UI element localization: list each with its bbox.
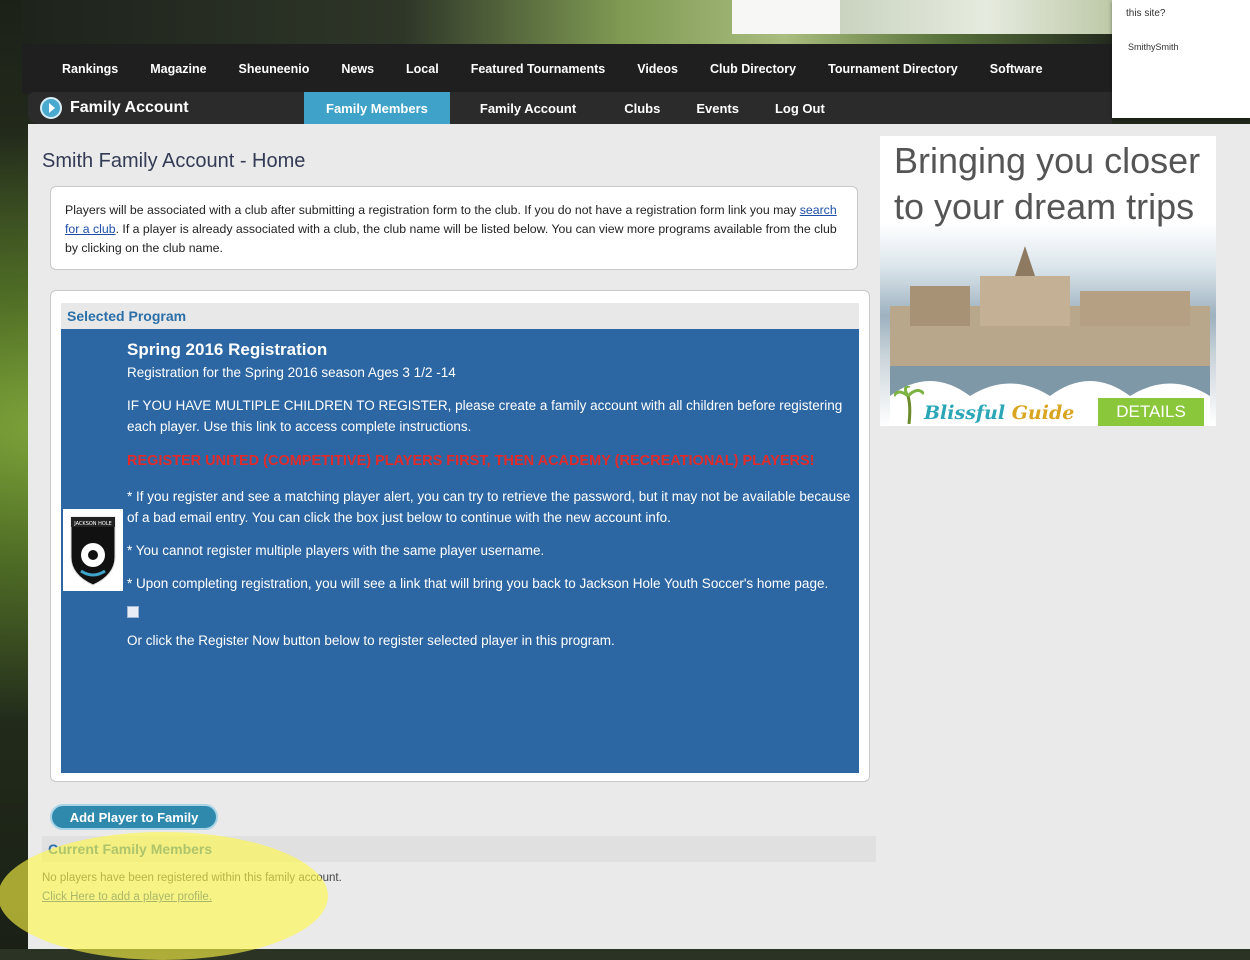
family-sub-nav: Family Account Family Members Family Acc… [28, 92, 1112, 124]
family-account-brand: Family Account [28, 97, 304, 119]
nav-magazine[interactable]: Magazine [150, 62, 206, 76]
popup-username[interactable]: SmithySmith [1128, 42, 1179, 52]
site-banner [22, 0, 1132, 44]
ad-brand-part1: Blissful [924, 402, 1006, 424]
travel-ad[interactable]: Bringing you closer to your dream trips … [880, 136, 1216, 426]
shield-logo-icon: JACKSON HOLE [70, 516, 116, 586]
nav-sheuneenio[interactable]: Sheuneenio [239, 62, 310, 76]
nav-tournament-directory[interactable]: Tournament Directory [828, 62, 958, 76]
ad-brand-part2: Guide [1005, 402, 1075, 424]
broken-image-icon[interactable] [127, 606, 139, 618]
info-text-before: Players will be associated with a club a… [65, 203, 800, 217]
nav-news[interactable]: News [341, 62, 374, 76]
nav-rankings[interactable]: Rankings [62, 62, 118, 76]
ad-headline: Bringing you closer to your dream trips [894, 140, 1201, 227]
tab-family-account[interactable]: Family Account [462, 92, 594, 124]
current-family-members-header: Current Family Members [42, 836, 876, 862]
banner-field-image [840, 0, 1132, 34]
tab-clubs[interactable]: Clubs [606, 92, 678, 124]
palm-tree-icon [894, 386, 924, 424]
account-popup: this site? SmithySmith [1112, 0, 1250, 118]
nav-software[interactable]: Software [990, 62, 1043, 76]
program-details: JACKSON HOLE Spring 2016 Registration Re… [61, 329, 859, 773]
program-title: Spring 2016 Registration [127, 340, 328, 359]
tab-log-out[interactable]: Log Out [757, 92, 843, 124]
arrow-circle-icon [40, 97, 62, 119]
ad-brand: Blissful Guide [924, 402, 1074, 424]
program-warning: REGISTER UNITED (COMPETITIVE) PLAYERS FI… [127, 453, 815, 469]
page-title: Smith Family Account - Home [42, 150, 306, 172]
program-paragraph: IF YOU HAVE MULTIPLE CHILDREN TO REGISTE… [127, 398, 843, 434]
tab-events[interactable]: Events [678, 92, 757, 124]
banner-white-panel [732, 0, 840, 34]
program-subtitle: Registration for the Spring 2016 season … [127, 365, 456, 380]
tab-family-members[interactable]: Family Members [304, 92, 450, 124]
ad-details-button[interactable]: DETAILS [1098, 398, 1204, 426]
selected-program-box: Selected Program JACKSON HOLE Spring 201… [50, 290, 870, 782]
nav-featured-tournaments[interactable]: Featured Tournaments [471, 62, 606, 76]
club-logo: JACKSON HOLE [63, 509, 123, 591]
nav-local[interactable]: Local [406, 62, 439, 76]
logo-text: JACKSON HOLE [73, 521, 112, 527]
info-text-after: . If a player is already associated with… [65, 222, 837, 255]
nav-videos[interactable]: Videos [637, 62, 678, 76]
selected-program-header: Selected Program [61, 303, 859, 329]
brand-title: Family Account [70, 99, 189, 116]
info-box: Players will be associated with a club a… [50, 186, 858, 270]
no-players-message: No players have been registered within t… [42, 872, 342, 884]
nav-club-directory[interactable]: Club Directory [710, 62, 796, 76]
program-note-1: * If you register and see a matching pla… [127, 489, 851, 525]
program-text: Spring 2016 Registration Registration fo… [127, 339, 855, 651]
program-note-2: * You cannot register multiple players w… [127, 543, 545, 558]
add-player-to-family-button[interactable]: Add Player to Family [50, 804, 218, 830]
popup-question: this site? [1126, 8, 1166, 19]
add-player-profile-link[interactable]: Click Here to add a player profile. [42, 891, 212, 903]
main-nav: Rankings Magazine Sheuneenio News Local … [22, 44, 1112, 94]
program-note-3: * Upon completing registration, you will… [127, 576, 829, 591]
program-closing: Or click the Register Now button below t… [127, 633, 615, 648]
